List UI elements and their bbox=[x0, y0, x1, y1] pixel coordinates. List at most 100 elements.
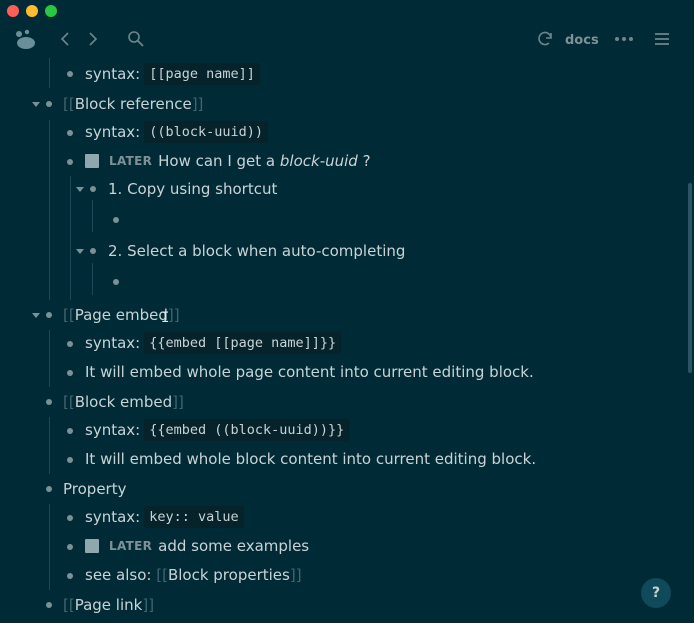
block-text: 1. Copy using shortcut bbox=[108, 180, 278, 198]
block-bullet[interactable] bbox=[46, 399, 52, 405]
bracket-close: ]] bbox=[167, 306, 180, 324]
block[interactable]: It will embed whole block content into c… bbox=[85, 447, 536, 471]
bracket-close: ]] bbox=[142, 596, 155, 614]
inline-code: [[page name]] bbox=[144, 63, 260, 85]
repo-label[interactable]: docs bbox=[565, 33, 599, 48]
block-bullet[interactable] bbox=[46, 312, 52, 318]
block-text: 2. Select a block when auto-completing bbox=[108, 242, 406, 260]
guide-line bbox=[49, 504, 50, 590]
block-bullet[interactable] bbox=[67, 159, 73, 165]
block-text: syntax: bbox=[85, 123, 141, 141]
block-text: syntax: bbox=[85, 421, 141, 439]
block-bullet[interactable] bbox=[90, 186, 96, 192]
guide-line bbox=[49, 58, 50, 88]
block-bullet[interactable] bbox=[67, 130, 73, 136]
page-ref-link[interactable]: Page embed bbox=[75, 306, 168, 324]
page-ref-link[interactable]: Page link bbox=[75, 596, 143, 614]
block[interactable]: syntax: [[page name]] bbox=[85, 62, 260, 86]
block[interactable]: syntax: ((block-uuid)) bbox=[85, 120, 268, 144]
block[interactable]: 2. Select a block when auto-completing bbox=[108, 239, 405, 263]
guide-line bbox=[49, 330, 50, 387]
bracket-open: [[ bbox=[63, 95, 75, 113]
block[interactable]: [[Block embed]] bbox=[63, 390, 184, 414]
collapse-arrow-icon[interactable] bbox=[32, 313, 40, 318]
block-text: add some examples bbox=[158, 537, 310, 555]
task-checkbox[interactable] bbox=[85, 539, 99, 553]
close-window-button[interactable] bbox=[7, 5, 19, 17]
block-text: How can I get a bbox=[158, 152, 280, 170]
block-bullet[interactable] bbox=[67, 573, 73, 579]
block-text: It will embed whole page content into cu… bbox=[85, 363, 534, 381]
block-text: syntax: bbox=[85, 65, 141, 83]
block[interactable]: 1. Copy using shortcut bbox=[108, 177, 277, 201]
search-icon[interactable] bbox=[126, 30, 146, 48]
app-window: docs syntax: [[page name]] [[Block refer… bbox=[0, 0, 694, 623]
block[interactable]: syntax: key:: value bbox=[85, 505, 244, 529]
zoom-window-button[interactable] bbox=[45, 5, 57, 17]
block[interactable]: [[Page link]] bbox=[63, 593, 154, 617]
block-text: syntax: bbox=[85, 508, 141, 526]
inline-code: {{embed [[page name]]}} bbox=[144, 332, 342, 354]
scrollbar-thumb[interactable] bbox=[688, 183, 692, 373]
block-bullet[interactable] bbox=[67, 370, 73, 376]
guide-line bbox=[49, 417, 50, 474]
menu-icon[interactable] bbox=[652, 30, 672, 48]
inline-code: ((block-uuid)) bbox=[144, 121, 268, 143]
page-ref-link[interactable]: Block embed bbox=[75, 393, 172, 411]
block-bullet[interactable] bbox=[46, 101, 52, 107]
guide-line bbox=[70, 176, 71, 300]
bracket-open: [[ bbox=[63, 306, 75, 324]
logseq-logo-icon[interactable] bbox=[13, 27, 37, 51]
bracket-open: [[ bbox=[63, 393, 75, 411]
block-bullet[interactable] bbox=[113, 217, 119, 223]
block-bullet[interactable] bbox=[67, 428, 73, 434]
inline-code: {{embed ((block-uuid))}} bbox=[144, 419, 350, 441]
block[interactable]: see also: [[Block properties]] bbox=[85, 563, 302, 587]
inline-code: key:: value bbox=[144, 506, 244, 528]
block-bullet[interactable] bbox=[67, 341, 73, 347]
bracket-close: ]] bbox=[289, 566, 302, 584]
block-text: Property bbox=[63, 480, 127, 498]
bracket-open: [[ bbox=[63, 596, 75, 614]
task-checkbox[interactable] bbox=[85, 154, 99, 168]
block[interactable]: LATER How can I get a block-uuid ? bbox=[85, 149, 371, 173]
block-text: see also: bbox=[85, 566, 152, 584]
block[interactable]: syntax: {{embed ((block-uuid))}} bbox=[85, 418, 350, 442]
block-text: It will embed whole block content into c… bbox=[85, 450, 537, 468]
task-marker[interactable]: LATER bbox=[109, 539, 152, 553]
forward-icon[interactable] bbox=[85, 30, 101, 48]
block-bullet[interactable] bbox=[67, 457, 73, 463]
block-text: syntax: bbox=[85, 334, 141, 352]
block[interactable]: [[Block reference]] bbox=[63, 92, 203, 116]
block-bullet[interactable] bbox=[67, 71, 73, 77]
block-text-italic: block-uuid bbox=[279, 152, 358, 170]
guide-line bbox=[92, 200, 93, 232]
bracket-close: ]] bbox=[191, 95, 204, 113]
page-ref-link[interactable]: Block reference bbox=[75, 95, 192, 113]
help-button[interactable]: ? bbox=[641, 578, 671, 608]
page-ref-link[interactable]: Block properties bbox=[168, 566, 290, 584]
bracket-open: [[ bbox=[156, 566, 168, 584]
more-icon[interactable] bbox=[612, 30, 636, 48]
block[interactable]: LATER add some examples bbox=[85, 534, 309, 558]
block-bullet[interactable] bbox=[67, 515, 73, 521]
block-bullet[interactable] bbox=[67, 544, 73, 550]
block-bullet[interactable] bbox=[113, 279, 119, 285]
collapse-arrow-icon[interactable] bbox=[32, 102, 40, 107]
block[interactable]: It will embed whole page content into cu… bbox=[85, 360, 534, 384]
sync-icon[interactable] bbox=[535, 29, 555, 49]
minimize-window-button[interactable] bbox=[26, 5, 38, 17]
block-bullet[interactable] bbox=[90, 248, 96, 254]
block[interactable]: Property bbox=[63, 477, 126, 501]
bracket-close: ]] bbox=[172, 393, 184, 411]
block-bullet[interactable] bbox=[46, 486, 52, 492]
back-icon[interactable] bbox=[57, 30, 73, 48]
collapse-arrow-icon[interactable] bbox=[76, 249, 84, 254]
block-text: ? bbox=[357, 152, 371, 170]
collapse-arrow-icon[interactable] bbox=[76, 187, 84, 192]
text-cursor-icon: I bbox=[161, 310, 170, 326]
block[interactable]: syntax: {{embed [[page name]]}} bbox=[85, 331, 342, 355]
task-marker[interactable]: LATER bbox=[109, 154, 152, 168]
guide-line bbox=[49, 120, 50, 300]
block-bullet[interactable] bbox=[46, 602, 52, 608]
